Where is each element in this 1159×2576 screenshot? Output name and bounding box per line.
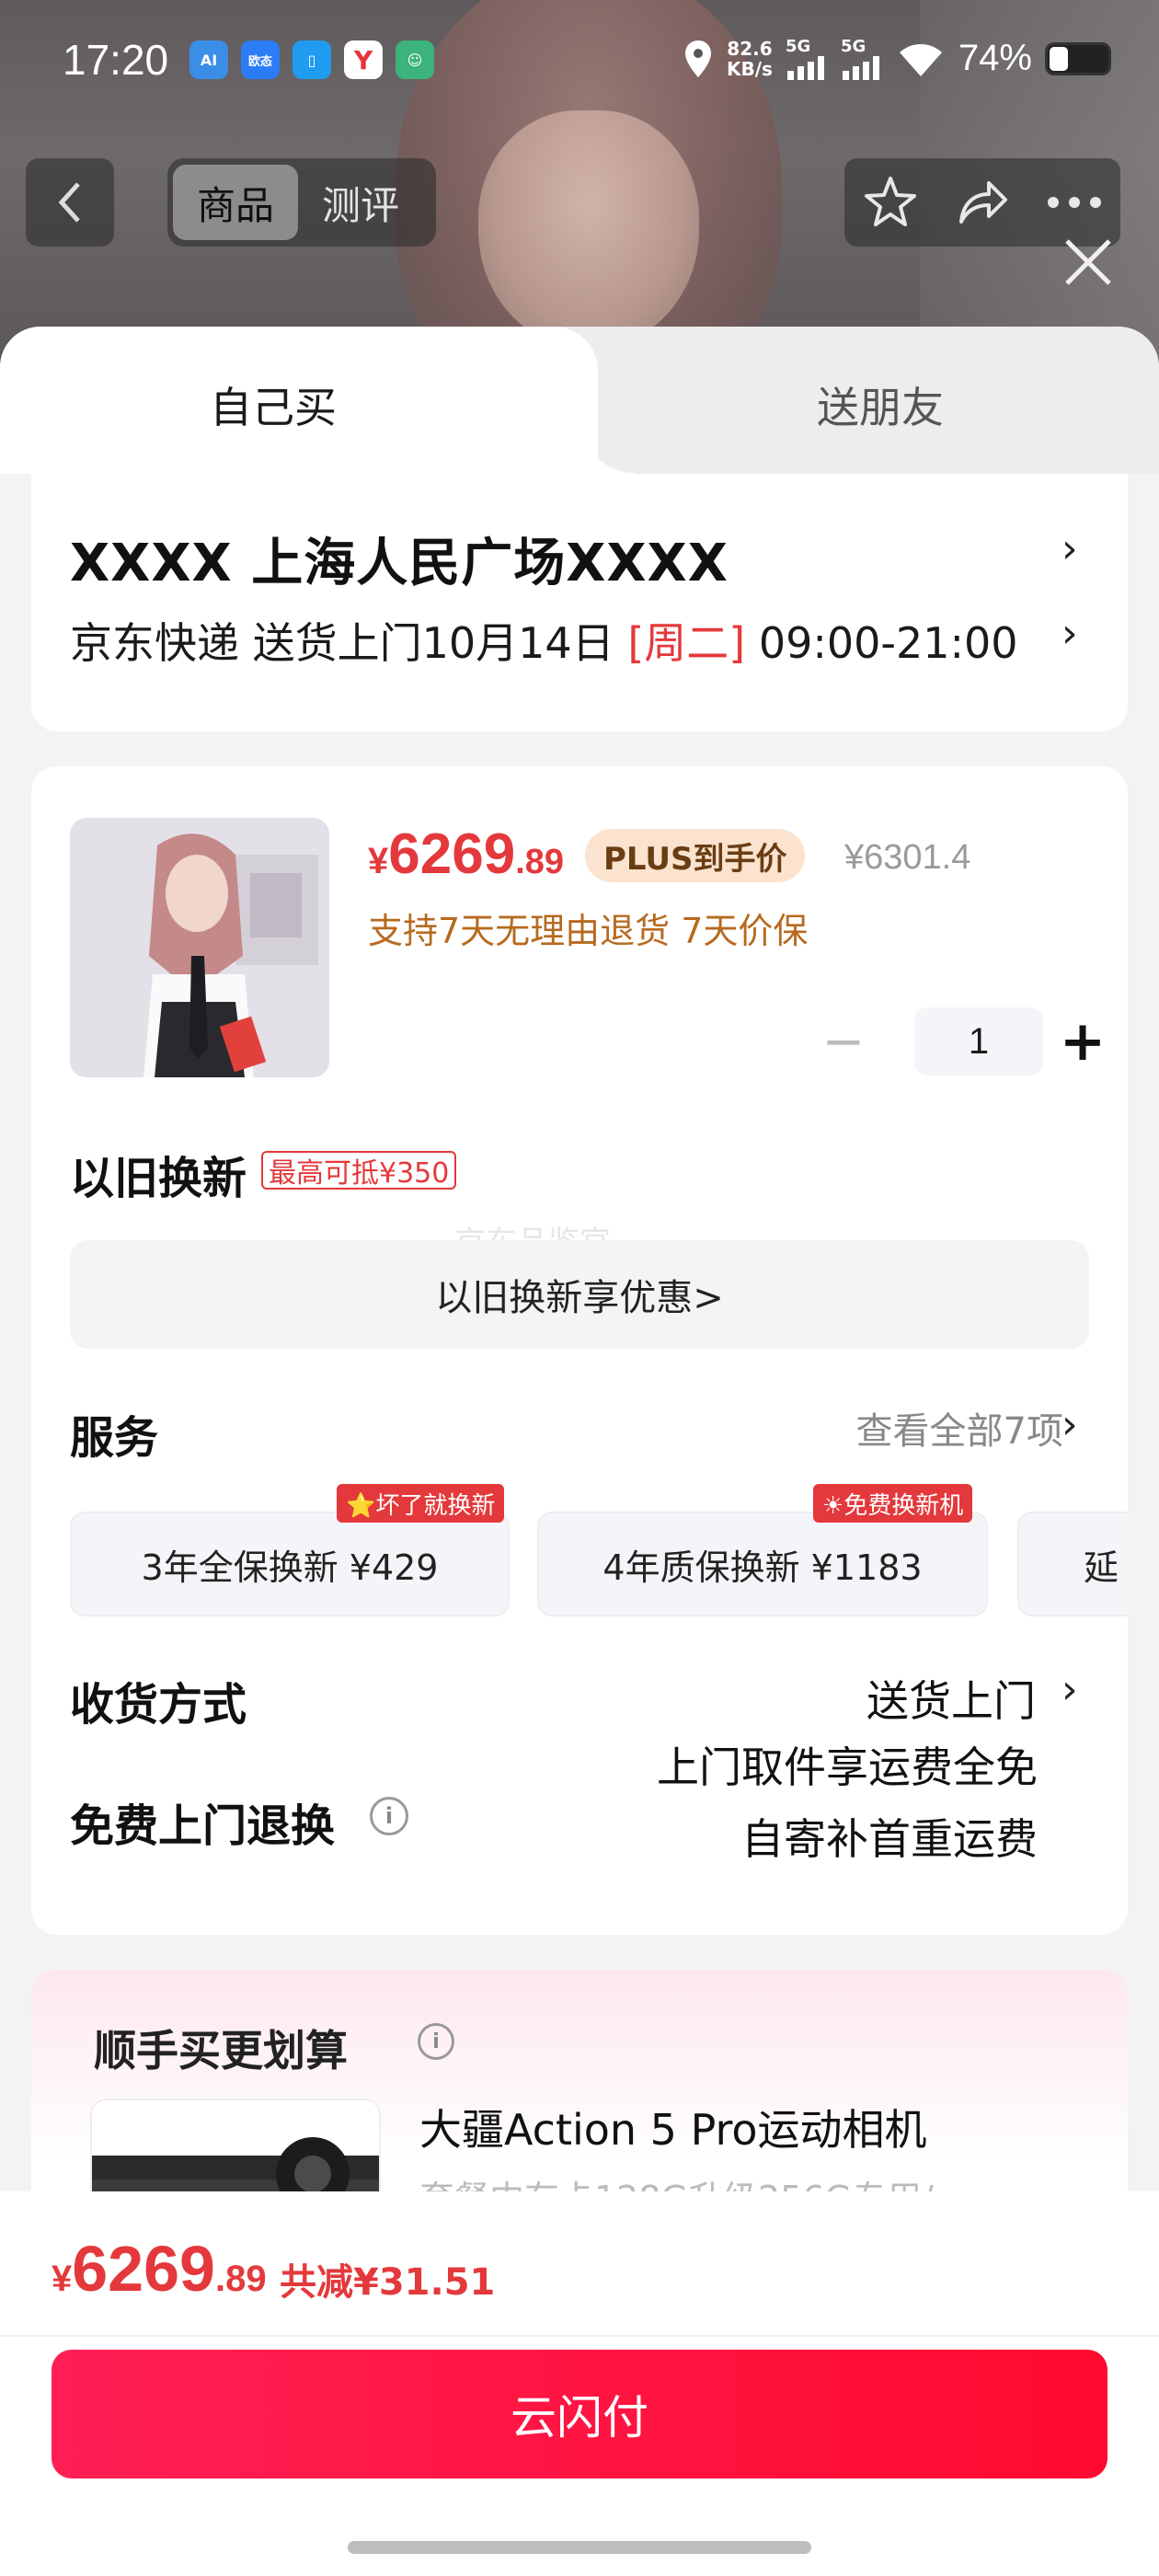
order-options-card: ¥6269.89 PLUS到手价 ¥6301.4 支持7天无理由退货 7天价保 … (31, 766, 1128, 1935)
service-tag: ⭐坏了就换新 (337, 1484, 505, 1523)
tab-self-label[interactable]: 自己买 (210, 374, 337, 435)
service-option[interactable]: 4年质保换新 ¥1183 (537, 1512, 988, 1616)
shipping-method[interactable]: 送货上门 (866, 1668, 1036, 1729)
trade-in-button[interactable]: 以旧换新享优惠> (70, 1240, 1089, 1349)
phone-app-icon: ▯ (293, 40, 331, 79)
increase-button[interactable]: + (1049, 1007, 1117, 1075)
quantity-stepper: − 1 + (809, 1007, 1122, 1075)
product-nav-tabs: 商品 测评 (167, 158, 436, 247)
back-button[interactable] (26, 158, 114, 247)
total-price: ¥6269.89 (52, 2233, 267, 2305)
info-icon[interactable]: i (418, 2023, 454, 2060)
avatar-app-icon: ☺ (396, 40, 434, 79)
delivery-address[interactable]: XXXX 上海人民广场XXXX (70, 522, 729, 596)
delivery-weekday: [周二] (627, 618, 746, 668)
decrease-button[interactable]: − (809, 1007, 878, 1075)
service-options: 3年全保换新 ¥429 4年质保换新 ¥1183 延 (70, 1510, 1128, 1616)
social-icon: 欧态 (241, 40, 280, 79)
delivery-time[interactable]: 京东快递 送货上门10月14日 [周二] 09:00-21:00 (70, 610, 1018, 671)
battery-icon (1045, 41, 1111, 75)
return-line-2: 自寄补首重运费 (741, 1814, 1038, 1864)
close-icon[interactable] (1056, 230, 1120, 294)
tab-gift-label[interactable]: 送朋友 (817, 374, 944, 435)
share-icon[interactable] (954, 174, 1011, 231)
wifi-icon (899, 43, 942, 76)
yuque-icon: Y (344, 40, 383, 79)
services-more-link[interactable]: 查看全部7项 (856, 1401, 1063, 1455)
tab-reviews[interactable]: 测评 (298, 165, 423, 240)
trade-in-badge: 最高可抵¥350 (261, 1151, 457, 1190)
services-label: 服务 (70, 1412, 159, 1464)
service-tag: ☀免费换新机 (813, 1484, 973, 1523)
status-bar: 17:20 AI 欧态 ▯ Y ☺ 82.6 KB/s 5G 5G 74% (0, 26, 1159, 99)
signal-icon-1: 5G (786, 37, 828, 80)
hero-figure-face (478, 110, 699, 350)
quantity-value[interactable]: 1 (914, 1007, 1043, 1075)
info-icon[interactable]: i (370, 1797, 408, 1835)
service-option[interactable]: 延 (1017, 1512, 1128, 1616)
ai-cloud-icon: AI (189, 40, 228, 79)
bundle-product-name[interactable]: 大疆Action 5 Pro运动相机 (419, 2097, 927, 2157)
free-return-label: 免费上门退换 (70, 1800, 336, 1852)
divider (0, 2335, 1159, 2337)
checkout-bar: ¥6269.89 共减¥31.51 云闪付 (0, 2191, 1159, 2576)
shipping-label: 收货方式 (70, 1679, 247, 1731)
tab-product[interactable]: 商品 (173, 165, 298, 240)
chevron-right-icon: › (1061, 1401, 1078, 1448)
status-app-icons: AI 欧态 ▯ Y ☺ (189, 40, 434, 79)
pay-button[interactable]: 云闪付 (52, 2350, 1107, 2478)
purchase-mode-tabs: 自己买 送朋友 (0, 327, 1159, 474)
trade-in-label: 以旧换新 (70, 1153, 247, 1204)
chevron-right-icon: › (1061, 525, 1078, 572)
star-icon[interactable] (862, 174, 919, 231)
bundle-title: 顺手买更划算 (94, 2026, 348, 2076)
chevron-right-icon: › (1061, 610, 1078, 657)
address-card[interactable]: XXXX 上海人民广场XXXX › 京东快递 送货上门10月14日 [周二] 0… (31, 474, 1128, 731)
discount-total: 共减¥31.51 (280, 2261, 496, 2304)
return-policy: 支持7天无理由退货 7天价保 (368, 911, 809, 951)
chevron-left-icon (58, 182, 80, 223)
more-icon[interactable] (1046, 193, 1103, 212)
service-option[interactable]: 3年全保换新 ¥429 (70, 1512, 510, 1616)
return-line-1: 上门取件享运费全免 (657, 1742, 1038, 1792)
unit-price: ¥6269.89 (368, 822, 565, 886)
product-thumbnail (70, 818, 329, 1077)
original-price: ¥6301.4 (844, 838, 971, 877)
home-indicator[interactable] (348, 2541, 811, 2554)
chevron-right-icon: › (1061, 1666, 1078, 1713)
net-speed: 82.6 KB/s (726, 37, 773, 80)
signal-icon-2: 5G (841, 37, 883, 80)
plus-price-badge: PLUS到手价 (585, 829, 806, 882)
battery-percent: 74% (958, 38, 1032, 78)
status-right: 82.6 KB/s 5G 5G 74% (683, 37, 1111, 80)
status-time: 17:20 (63, 36, 169, 84)
location-icon (684, 40, 711, 77)
